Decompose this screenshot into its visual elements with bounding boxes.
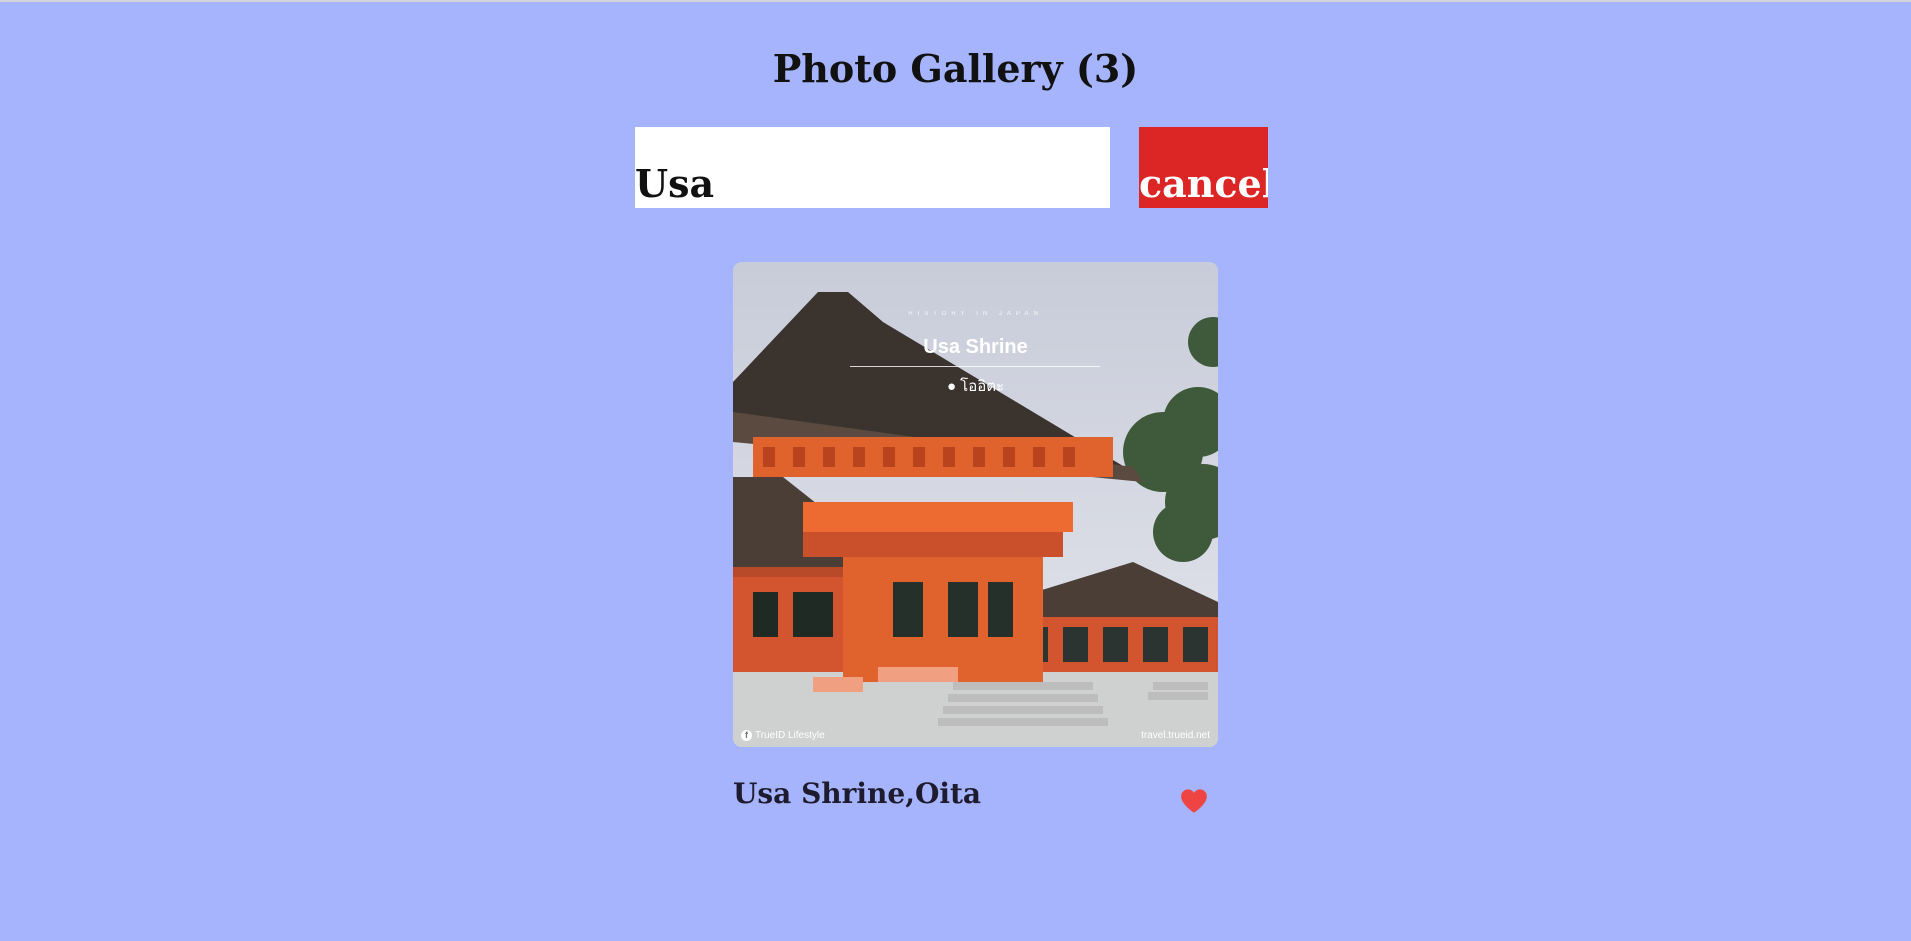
location-pin-icon: ●: [946, 378, 956, 395]
shrine-photo-illustration: [733, 262, 1218, 747]
cancel-button[interactable]: cancel: [1139, 127, 1268, 208]
photo-image[interactable]: HISTORY IN JAPAN Usa Shrine ● โออิตะ f Tr…: [733, 262, 1218, 747]
search-input[interactable]: [635, 127, 1110, 208]
photo-credit-left-text: TrueID Lifestyle: [755, 730, 825, 741]
photo-name: Usa Shrine: [923, 336, 1028, 358]
photo-tagline: HISTORY IN JAPAN: [908, 311, 1043, 317]
photo-caption: Usa Shrine,Oita: [733, 777, 982, 810]
photo-card: HISTORY IN JAPAN Usa Shrine ● โออิตะ f Tr…: [733, 262, 1218, 813]
heart-icon[interactable]: [1180, 788, 1208, 814]
photo-credit-left: f TrueID Lifestyle: [741, 729, 825, 741]
photo-location-text: โออิตะ: [960, 378, 1005, 395]
caption-row: Usa Shrine,Oita: [733, 747, 1218, 813]
facebook-icon: f: [741, 729, 752, 741]
photo-divider: [850, 366, 1100, 367]
photo-credit-right: travel.trueid.net: [1141, 730, 1210, 741]
photo-location: ● โออิตะ: [733, 374, 1218, 398]
page-title: Photo Gallery (3): [772, 46, 1139, 91]
